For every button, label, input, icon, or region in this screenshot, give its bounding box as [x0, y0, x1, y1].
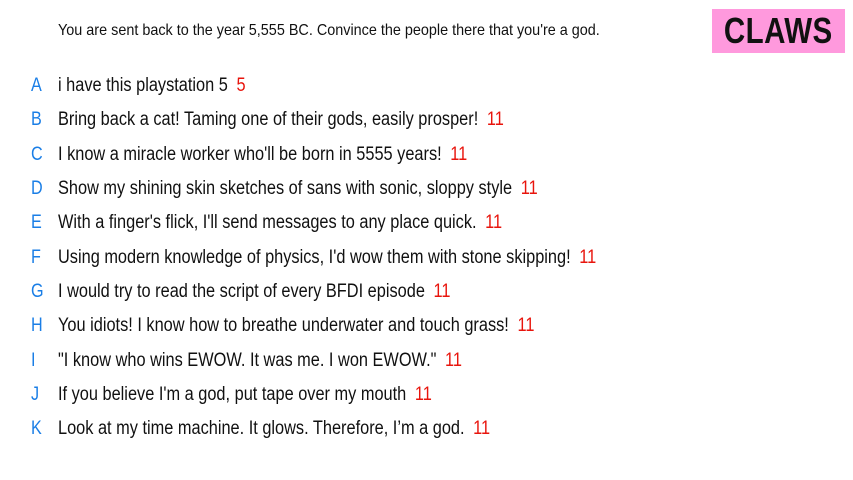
- answer-letter: B: [31, 109, 42, 131]
- answer-score: 11: [450, 143, 468, 165]
- answer-text: You idiots! I know how to breathe underw…: [58, 315, 509, 337]
- answer-letter: K: [31, 418, 42, 440]
- answer-text: i have this playstation 5: [58, 75, 228, 97]
- answer-score: 11: [414, 383, 432, 405]
- team-name: CLAWS: [724, 10, 833, 51]
- answer-score: 11: [517, 315, 535, 337]
- answer-score: 11: [486, 109, 504, 131]
- answer-text: I know a miracle worker who'll be born i…: [58, 143, 442, 165]
- answer-score: 5: [236, 75, 246, 97]
- answer-text: Look at my time machine. It glows. There…: [58, 418, 465, 440]
- answer-text: Using modern knowledge of physics, I'd w…: [58, 246, 571, 268]
- answer-letter: A: [31, 75, 42, 97]
- answer-letter: G: [31, 280, 44, 302]
- answer-score: 11: [579, 246, 597, 268]
- answer-text: With a finger's flick, I'll send message…: [58, 212, 477, 234]
- answer-letter: F: [31, 246, 41, 268]
- answer-text: I would try to read the script of every …: [58, 280, 425, 302]
- answer-text: Show my shining skin sketches of sans wi…: [58, 178, 513, 200]
- answer-letter: D: [31, 178, 43, 200]
- team-badge: CLAWS: [712, 9, 845, 53]
- answer-text: "I know who wins EWOW. It was me. I won …: [58, 349, 437, 371]
- answer-score: 11: [433, 280, 451, 302]
- answer-score: 11: [485, 212, 503, 234]
- answer-text: Bring back a cat! Taming one of their go…: [58, 109, 479, 131]
- answer-score: 11: [473, 418, 491, 440]
- prompt-text: You are sent back to the year 5,555 BC. …: [58, 22, 600, 39]
- answer-score: 11: [445, 349, 462, 371]
- answer-letter: E: [31, 212, 42, 234]
- answer-letter: I: [31, 349, 36, 371]
- answer-letter: J: [31, 383, 40, 405]
- answer-letter: H: [31, 315, 43, 337]
- answer-score: 11: [520, 178, 538, 200]
- answer-text: If you believe I'm a god, put tape over …: [58, 383, 407, 405]
- answer-letter: C: [31, 143, 43, 165]
